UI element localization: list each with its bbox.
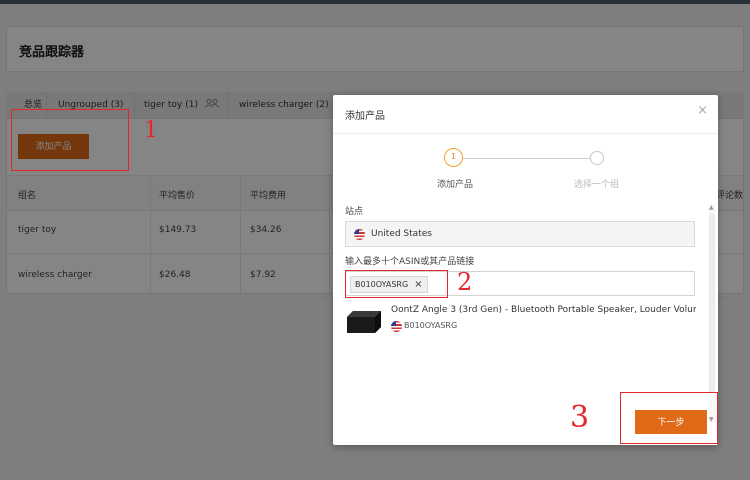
us-flag-icon: [391, 321, 402, 332]
scroll-up-icon[interactable]: ▲: [709, 204, 714, 211]
close-icon[interactable]: ×: [697, 103, 708, 118]
dialog-title: 添加产品: [345, 111, 385, 122]
step-2-indicator: [590, 151, 604, 165]
step-1-label: 添加产品: [437, 180, 474, 190]
scrollbar-thumb[interactable]: [709, 213, 715, 393]
site-value: United States: [371, 229, 432, 239]
step-2-label: 选择一个组: [574, 180, 620, 190]
annotation-box-next: [620, 392, 718, 444]
annotation-box-asin: [345, 270, 448, 298]
annotation-number: 2: [457, 268, 473, 296]
annotation-number: 1: [144, 118, 158, 143]
stepper-line: [462, 158, 590, 159]
annotation-number: 3: [570, 400, 590, 435]
product-thumbnail: [347, 311, 381, 333]
annotation-box-add-button: [11, 109, 129, 171]
site-label: 站点: [345, 207, 364, 217]
us-flag-icon: [354, 229, 365, 240]
dialog-divider: [333, 133, 718, 134]
site-select[interactable]: United States: [345, 221, 695, 247]
result-asin: B010OYASRG: [404, 321, 458, 330]
step-1-indicator: 1: [444, 148, 463, 167]
result-product-title[interactable]: OontZ Angle 3 (3rd Gen) - Bluetooth Port…: [391, 305, 696, 315]
asin-label: 输入最多十个ASIN或其产品链接: [345, 257, 475, 267]
